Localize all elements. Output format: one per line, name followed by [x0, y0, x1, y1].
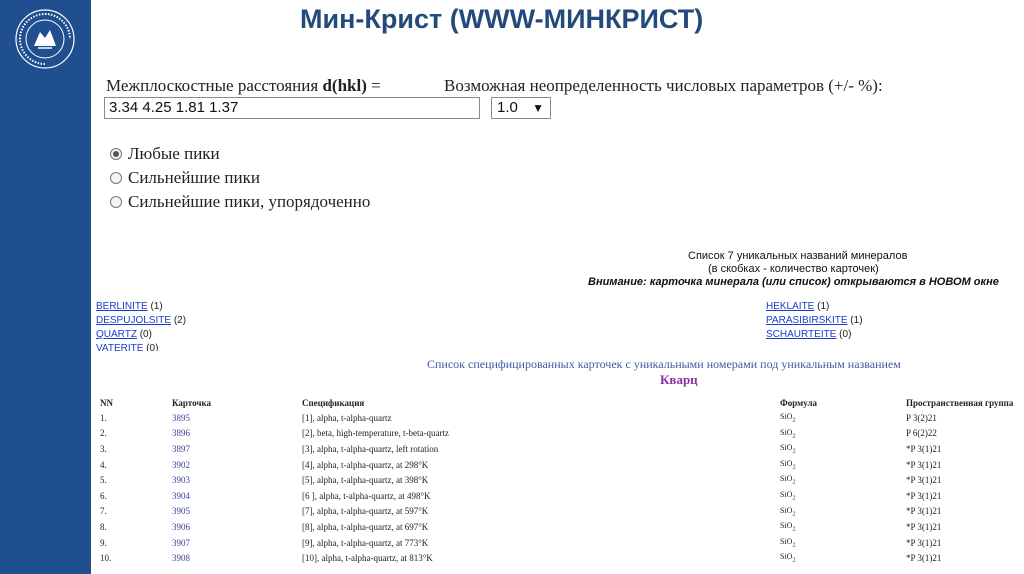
card-link[interactable]: 3903	[172, 475, 190, 485]
card-link[interactable]: 3907	[172, 538, 190, 548]
mineral-list-title: Список 7 уникальных названий минералов	[688, 250, 908, 262]
radio-label: Любые пики	[128, 144, 220, 163]
mineral-list-subtitle: (в скобках - количество карточек)	[708, 263, 879, 275]
uncertainty-select-value: 1.0	[497, 99, 518, 116]
uncertainty-label: Возможная неопределенность числовых пара…	[444, 76, 883, 95]
mineral-list-warning: Внимание: карточка минерала (или список)…	[588, 276, 999, 288]
radio-strongest-peaks[interactable]: Сильнейшие пики	[110, 168, 260, 188]
radio-button[interactable]	[110, 172, 122, 184]
dropdown-arrow-icon: ▼	[532, 101, 544, 115]
col-header-formula: Формула	[780, 398, 818, 408]
mineral-link[interactable]: HEKLAITE	[766, 301, 814, 312]
card-link[interactable]: 3896	[172, 428, 190, 438]
table-row: 3. 3897 [3], alpha, t-alpha-quartz, left r…	[100, 443, 942, 455]
card-link[interactable]: 3908	[172, 553, 190, 563]
table-row: 1. 3895 [1], alpha, t-alpha-quartz SiO2 P 3(…	[100, 412, 937, 424]
mineral-item[interactable]: SCHAURTEITE (0)	[766, 329, 851, 340]
radio-label: Сильнейшие пики, упорядоченно	[128, 192, 371, 211]
radio-strongest-peaks-ordered[interactable]: Сильнейшие пики, упорядоченно	[110, 192, 370, 212]
table-row: 6. 3904 [6 ], alpha, t-alpha-quartz, at 49…	[100, 489, 942, 502]
table-row: 5. 3903 [5], alpha, t-alpha-quartz, at 398…	[100, 474, 942, 486]
mineral-link[interactable]: BERLINITE	[96, 301, 148, 312]
table-row: 2. 3896 [2], beta, high-temperature, t-bet…	[100, 427, 937, 440]
table-row: 9. 3907 [9], alpha, t-alpha-quartz, at 773…	[100, 536, 942, 549]
card-link[interactable]: 3902	[172, 460, 190, 470]
card-link[interactable]: 3904	[172, 491, 190, 501]
dhkl-label: Межплоскостные расстояния d(hkl) =	[106, 76, 381, 95]
university-logo-icon	[15, 9, 75, 69]
col-header-space-group: Пространственная группа	[906, 398, 1014, 408]
mineral-item[interactable]: DESPUJOLSITE (2)	[96, 315, 186, 326]
card-link[interactable]: 3906	[172, 522, 190, 532]
card-link[interactable]: 3895	[172, 413, 190, 423]
slide-title: Мин-Крист (WWW-МИНКРИСТ)	[300, 4, 704, 34]
mineral-item[interactable]: QUARTZ (0)	[96, 329, 152, 340]
col-header-card: Карточка	[172, 398, 211, 408]
uncertainty-select[interactable]: 1.0 ▼	[491, 97, 551, 119]
card-link[interactable]: 3897	[172, 444, 190, 454]
sidebar-band	[0, 0, 91, 574]
mineral-link[interactable]: PARASIBIRSKITE	[766, 315, 848, 326]
mineral-item[interactable]: BERLINITE (1)	[96, 301, 163, 312]
col-header-nn: NN	[100, 398, 113, 408]
mineral-item[interactable]: PARASIBIRSKITE (1)	[766, 315, 863, 326]
mineral-link[interactable]: VATERITE	[96, 343, 143, 351]
spec-mineral-name: Кварц	[660, 372, 698, 387]
table-row: 7. 3905 [7], alpha, t-alpha-quartz, at 597…	[100, 505, 942, 518]
col-header-spec: Спецификация	[302, 398, 365, 408]
dhkl-input[interactable]: 3.34 4.25 1.81 1.37	[104, 97, 480, 119]
mineral-link[interactable]: SCHAURTEITE	[766, 329, 836, 340]
table-header-row: NN Карточка Спецификация Формула Простра…	[100, 396, 1024, 410]
table-row: 8. 3906 [8], alpha, t-alpha-quartz, at 697…	[100, 521, 942, 533]
radio-button-checked[interactable]	[110, 148, 122, 160]
table-row: 10. 3908 [10], alpha, t-alpha-quartz, at 8…	[100, 552, 942, 564]
radio-label: Сильнейшие пики	[128, 168, 260, 187]
cards-table: NN Карточка Спецификация Формула Простра…	[100, 396, 1024, 566]
mineral-link[interactable]: QUARTZ	[96, 329, 137, 340]
radio-any-peaks[interactable]: Любые пики	[110, 144, 220, 164]
mineral-item[interactable]: VATERITE (0)	[96, 343, 158, 351]
mineral-item[interactable]: HEKLAITE (1)	[766, 301, 829, 312]
radio-button[interactable]	[110, 196, 122, 208]
card-link[interactable]: 3905	[172, 506, 190, 516]
spec-list-title: Список специфицированных карточек с уник…	[427, 357, 901, 371]
table-row: 4. 3902 [4], alpha, t-alpha-quartz, at 298…	[100, 458, 942, 471]
mineral-link[interactable]: DESPUJOLSITE	[96, 315, 171, 326]
